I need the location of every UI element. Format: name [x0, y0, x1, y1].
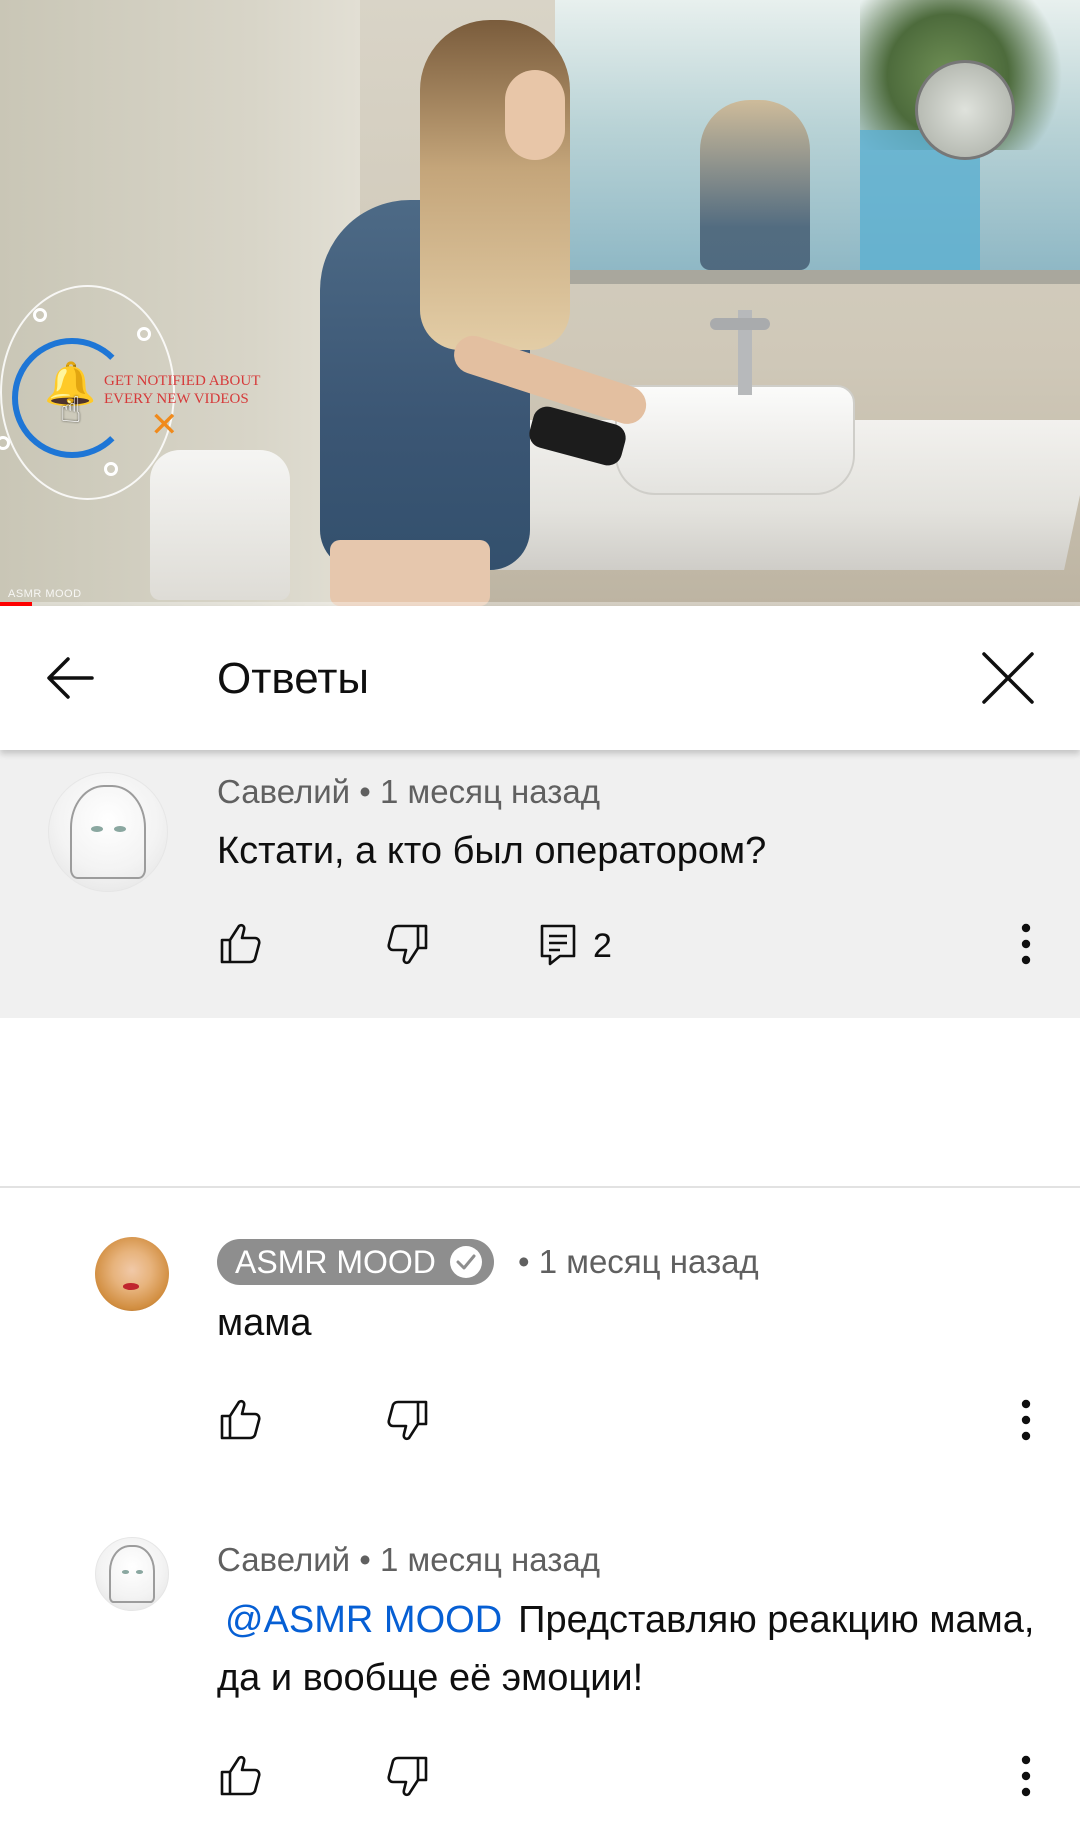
avatar-eye	[113, 826, 126, 832]
video-scene-mirror-frame	[555, 270, 1080, 284]
video-scene-toilet	[150, 450, 290, 600]
dislike-icon	[387, 1756, 428, 1797]
avatar-eye	[135, 1570, 143, 1574]
meta-separator: •	[518, 1243, 530, 1280]
close-icon	[982, 652, 1034, 704]
comment-author: ASMR MOOD	[235, 1244, 436, 1280]
replies-header: Ответы	[0, 606, 1080, 750]
meta-separator: •	[359, 773, 371, 810]
back-arrow-icon	[47, 657, 94, 699]
like-button[interactable]	[212, 1748, 268, 1804]
video-scene-round-mirror	[915, 60, 1015, 160]
video-scene-person-face	[505, 70, 565, 160]
parent-comment: Савелий • 1 месяц назад Кстати, а кто бы…	[0, 750, 1080, 1018]
avatar[interactable]	[95, 1237, 169, 1311]
like-button[interactable]	[212, 1392, 268, 1448]
dislike-icon	[387, 924, 428, 965]
reply-button[interactable]	[530, 916, 586, 972]
comment-text: Кстати, а кто был оператором?	[217, 830, 767, 872]
more-options-button[interactable]	[1006, 1748, 1046, 1804]
notify-overlay-dot	[137, 327, 151, 341]
dislike-button[interactable]	[380, 1748, 436, 1804]
avatar[interactable]	[48, 772, 168, 892]
meta-separator: •	[359, 1541, 371, 1578]
video-scene-person-hair	[420, 20, 570, 350]
comment-time: 1 месяц назад	[380, 773, 600, 810]
dislike-icon	[387, 1400, 428, 1441]
back-button[interactable]	[40, 646, 104, 710]
comment-text: мама	[217, 1302, 312, 1344]
notify-overlay-dot	[33, 308, 47, 322]
avatar[interactable]	[95, 1537, 169, 1611]
video-player[interactable]: 🔔 ☝ GET NOTIFIED ABOUT EVERY NEW VIDEOS …	[0, 0, 1080, 606]
comment-author[interactable]: Савелий	[217, 773, 350, 810]
like-icon	[220, 923, 261, 964]
comment-time: 1 месяц назад	[380, 1541, 600, 1578]
more-options-button[interactable]	[1006, 1392, 1046, 1448]
comment-time: 1 месяц назад	[538, 1243, 759, 1280]
author-badge[interactable]: ASMR MOOD	[217, 1239, 494, 1285]
verified-check-icon	[449, 1246, 482, 1278]
like-icon	[220, 1755, 261, 1796]
like-icon	[220, 1399, 261, 1440]
comment-meta: • 1 месяц назад	[518, 1242, 759, 1282]
video-watermark: ASMR MOOD	[8, 588, 82, 600]
comment-author[interactable]: Савелий	[217, 1541, 350, 1578]
section-divider	[0, 1186, 1080, 1188]
like-button[interactable]	[212, 916, 268, 972]
hand-cursor-icon: ☝	[60, 389, 82, 430]
video-scene-faucet-top	[710, 318, 770, 330]
video-scene-reflection	[700, 100, 810, 270]
close-button[interactable]	[976, 646, 1040, 710]
avatar-hair	[108, 1545, 156, 1603]
video-scene-person-legs	[330, 540, 490, 606]
comment-meta: Савелий • 1 месяц назад	[217, 772, 600, 812]
more-options-button[interactable]	[1006, 916, 1046, 972]
avatar-hair	[70, 784, 146, 880]
video-scene-sink	[615, 385, 855, 495]
page-title: Ответы	[217, 654, 370, 703]
more-vertical-icon	[1021, 923, 1031, 965]
notify-overlay-text: GET NOTIFIED ABOUT EVERY NEW VIDEOS	[104, 373, 261, 407]
avatar-eye	[121, 1570, 130, 1574]
more-vertical-icon	[1021, 1755, 1031, 1797]
notify-overlay-cross-icon: ✕	[150, 406, 179, 444]
reply-count[interactable]: 2	[593, 926, 612, 966]
more-vertical-icon	[1021, 1399, 1031, 1441]
comment-meta: Савелий • 1 месяц назад	[217, 1540, 600, 1580]
notify-overlay-dot	[104, 462, 118, 476]
comment-text: @ASMR MOOD Представляю реакцию мама, да и…	[217, 1591, 1047, 1707]
mention-link[interactable]: @ASMR MOOD	[225, 1599, 502, 1641]
dislike-button[interactable]	[380, 916, 436, 972]
avatar-lips	[123, 1282, 140, 1290]
dislike-button[interactable]	[380, 1392, 436, 1448]
reply-icon	[540, 924, 576, 966]
